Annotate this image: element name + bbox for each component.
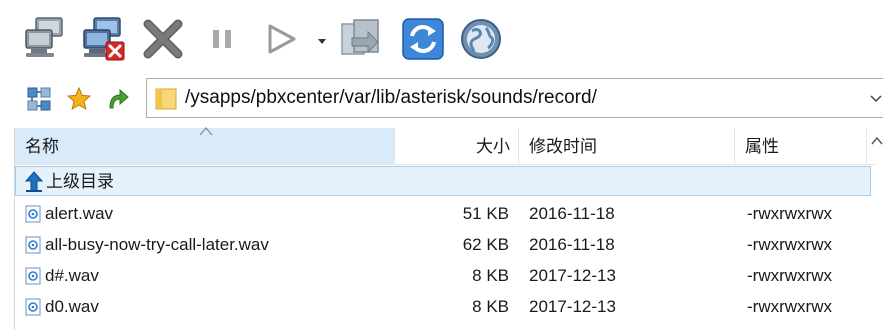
site-manager-icon[interactable] [26,86,52,112]
globe-icon[interactable] [458,16,504,62]
scroll-up-icon[interactable] [871,136,883,146]
column-header: 名称 大小 修改时间 属性 [15,127,883,165]
transfer-queue-icon[interactable] [338,16,384,62]
connect-icon[interactable] [22,16,68,62]
parent-directory-label: 上级目录 [46,172,114,191]
refresh-icon[interactable] [400,16,446,62]
file-attributes: -rwxrwxrwx [747,235,832,254]
file-name: alert.wav [45,204,114,223]
up-arrow-icon [24,171,44,193]
path-text: /ysapps/pbxcenter/var/lib/asterisk/sound… [185,87,597,108]
file-size: 8 KB [472,266,509,285]
file-modified: 2016-11-18 [529,235,615,254]
column-header-modified[interactable]: 修改时间 [519,128,735,164]
dropdown-arrow-icon[interactable] [316,34,328,46]
file-name: d0.wav [45,297,99,316]
path-input[interactable]: /ysapps/pbxcenter/var/lib/asterisk/sound… [146,78,883,118]
audio-file-icon [25,205,41,223]
toolbar [0,0,883,74]
file-attributes: -rwxrwxrwx [747,266,832,285]
file-size: 51 KB [462,204,509,223]
audio-file-icon [25,267,41,285]
address-bar: /ysapps/pbxcenter/var/lib/asterisk/sound… [0,74,883,122]
column-header-name[interactable]: 名称 [15,127,395,164]
pause-icon[interactable] [200,16,246,62]
file-size: 8 KB [472,297,509,316]
audio-file-icon [25,298,41,316]
file-attributes: -rwxrwxrwx [747,204,832,223]
file-modified: 2017-12-13 [529,266,616,285]
folder-icon [155,87,177,111]
parent-folder-arrow-icon[interactable] [104,86,130,112]
column-header-size[interactable]: 大小 [395,128,519,164]
file-row[interactable]: d0.wav 8 KB 2017-12-13 -rwxrwxrwx [15,292,871,322]
column-header-attributes[interactable]: 属性 [735,128,867,164]
parent-directory-row[interactable]: 上级目录 [15,166,871,196]
sort-ascending-icon [199,127,213,136]
audio-file-icon [25,236,41,254]
file-attributes: -rwxrwxrwx [747,297,832,316]
file-modified: 2016-11-18 [529,204,615,223]
file-row[interactable]: d#.wav 8 KB 2017-12-13 -rwxrwxrwx [15,261,871,291]
file-size: 62 KB [462,235,509,254]
file-name: d#.wav [45,266,99,285]
file-list: 名称 大小 修改时间 属性 上级目录 alert.wav 51 KB 2016-… [14,127,883,330]
cancel-icon[interactable] [140,16,186,62]
file-modified: 2017-12-13 [529,297,616,316]
file-row[interactable]: alert.wav 51 KB 2016-11-18 -rwxrwxrwx [15,199,871,229]
play-icon[interactable] [258,16,304,62]
disconnect-icon[interactable] [80,16,126,62]
favorite-star-icon[interactable] [66,86,92,112]
column-header-name-label: 名称 [25,137,59,156]
file-row[interactable]: all-busy-now-try-call-later.wav 62 KB 20… [15,230,871,260]
file-name: all-busy-now-try-call-later.wav [45,235,269,254]
chevron-down-icon[interactable] [869,91,883,105]
